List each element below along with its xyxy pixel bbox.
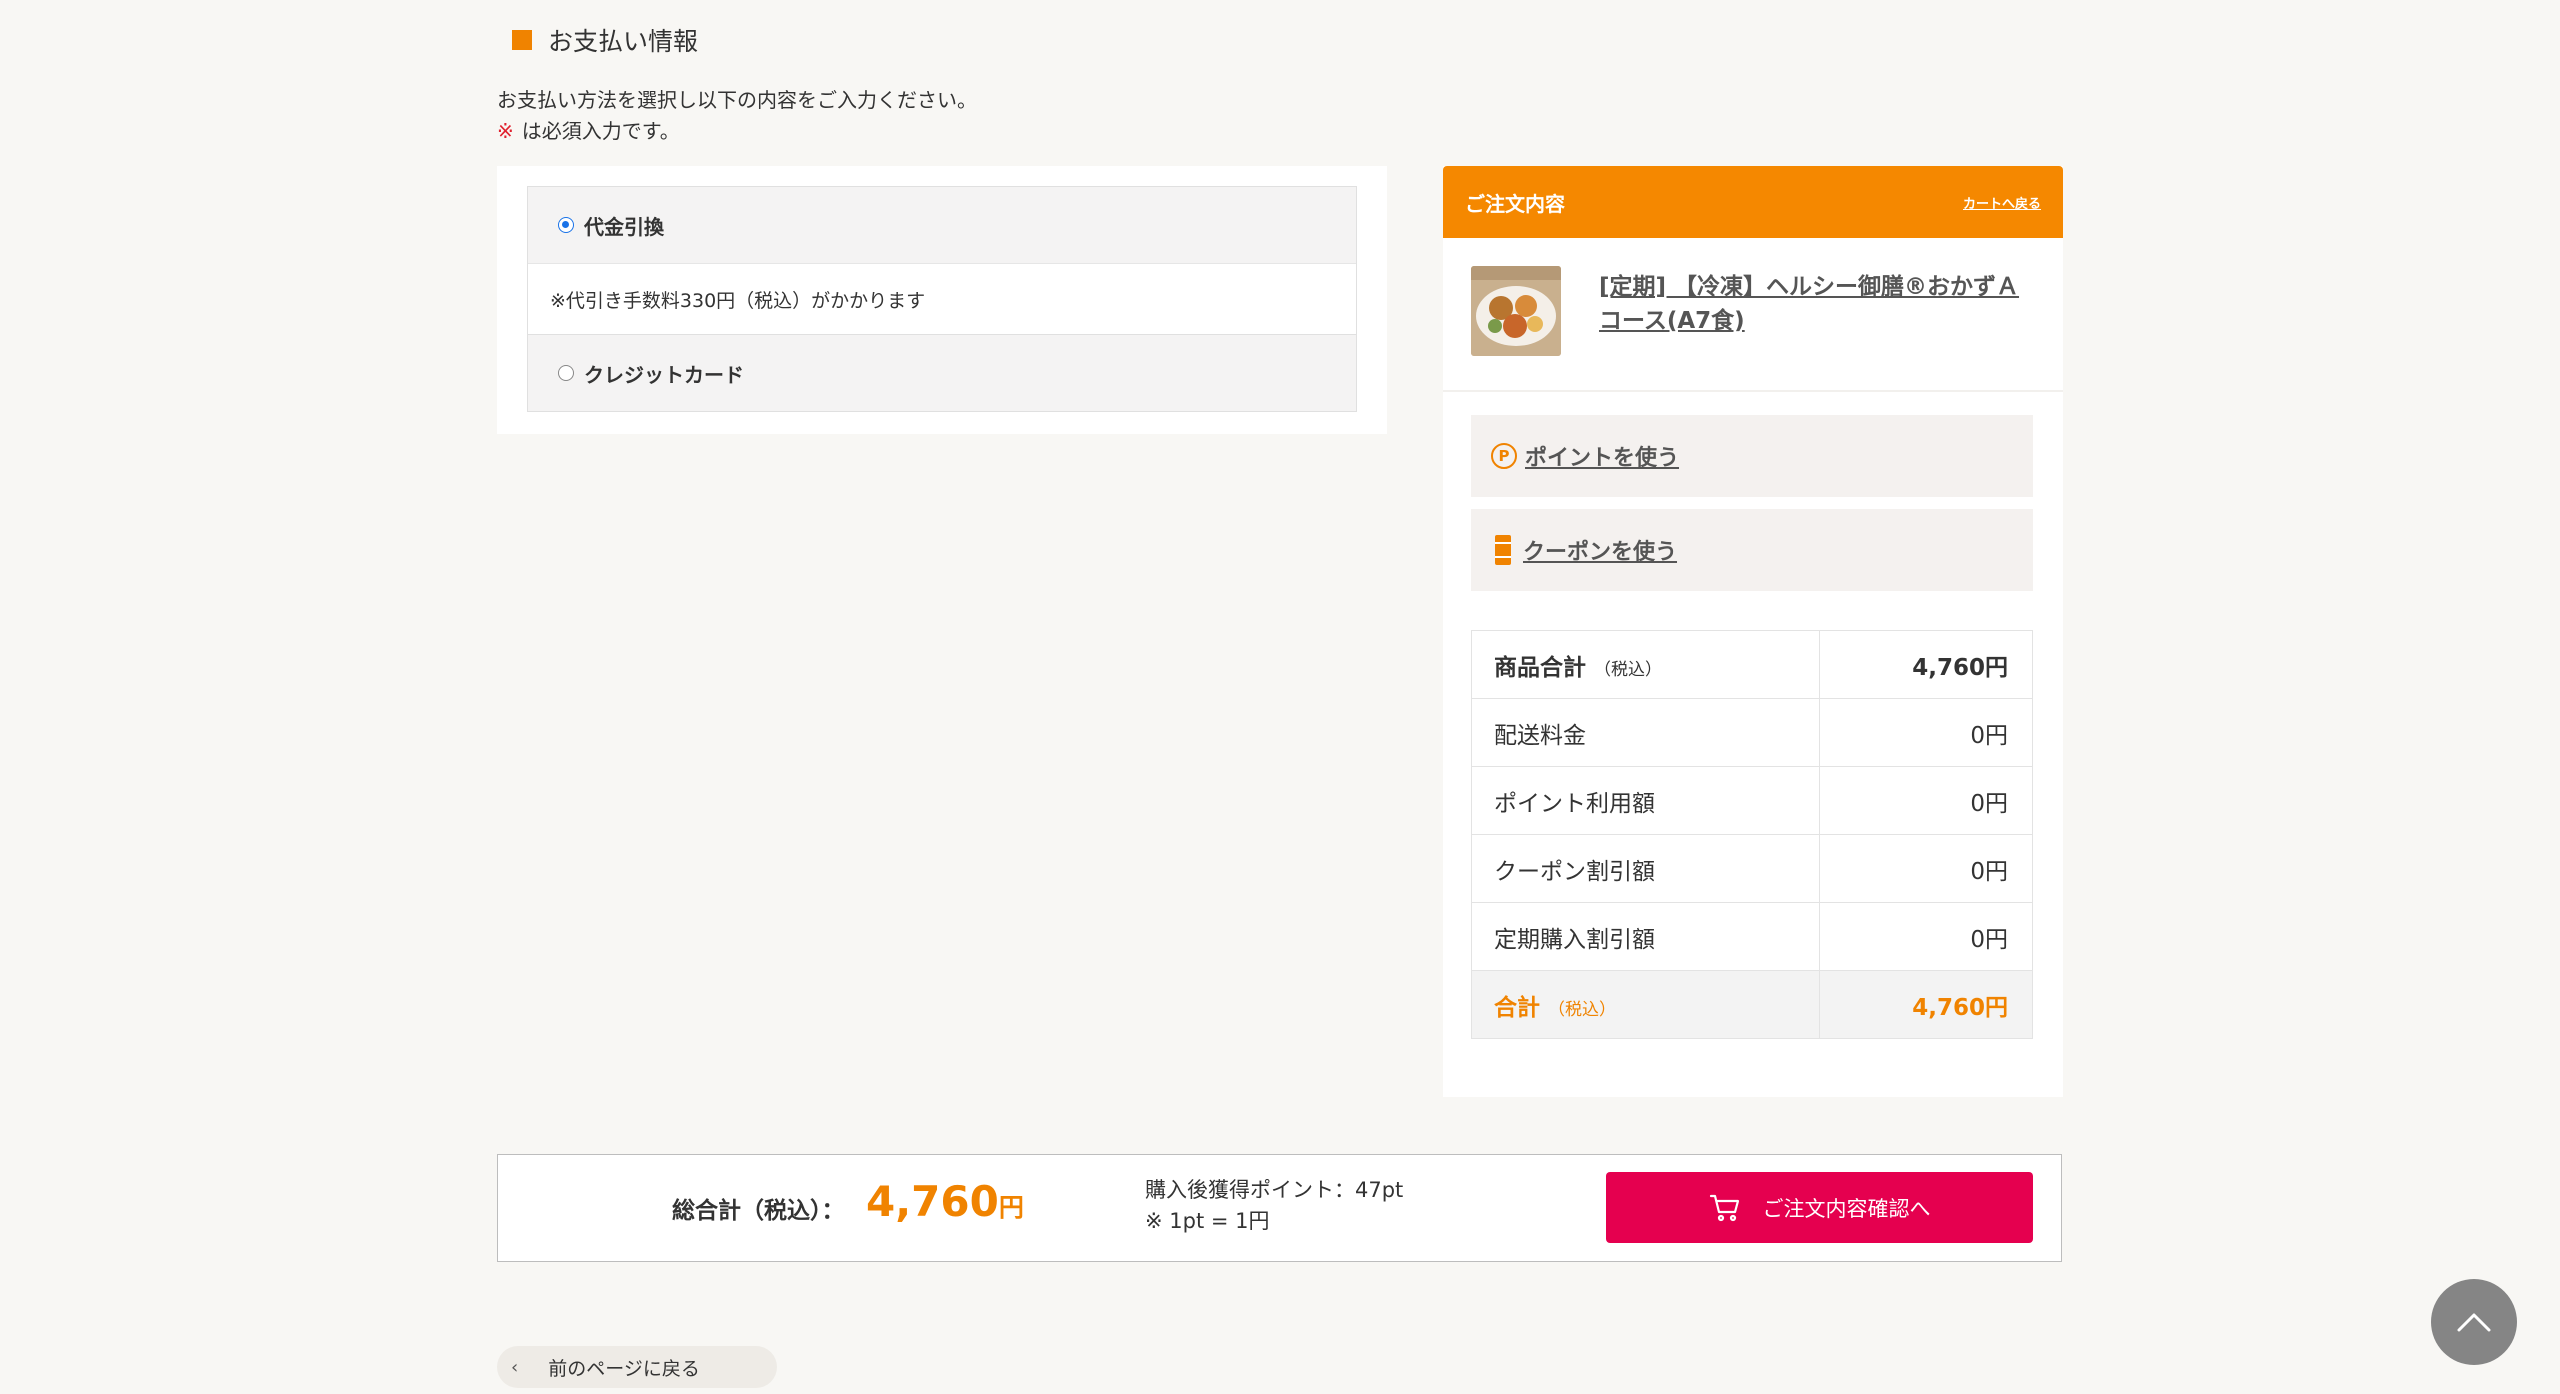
order-summary-panel: ご注文内容 カートへ戻る [定期] 【冷凍】ヘルシー御膳®おかずＡコース(A7食… (1443, 166, 2063, 1097)
product-name-link[interactable]: [定期] 【冷凍】ヘルシー御膳®おかずＡコース(A7食) (1599, 270, 2039, 338)
back-label[interactable]: 前のページに戻る (548, 1354, 700, 1381)
order-total-bar: 総合計（税込）： 4,760円 購入後獲得ポイント：47pt ※ 1pt = 1… (497, 1154, 2062, 1262)
shipping-label: 配送料金 (1471, 698, 1820, 767)
subtotal-value: 4,760円 (1819, 630, 2033, 699)
payment-options: 代金引換 ※代引き手数料330円（税込）がかかります クレジットカード (527, 186, 1357, 412)
table-row: クーポン割引額 0円 (1471, 834, 2033, 903)
table-row: 商品合計 （税込） 4,760円 (1471, 630, 2033, 699)
table-row: 合計 （税込） 4,760円 (1471, 970, 2033, 1039)
grand-total-label: 総合計（税込）： (672, 1198, 845, 1224)
order-header: ご注文内容 カートへ戻る (1443, 166, 2063, 238)
coupon-discount-value: 0円 (1819, 834, 2033, 903)
intro-text: お支払い方法を選択し以下の内容をご入力ください。 ※ は必須入力です。 (497, 85, 977, 147)
table-row: 配送料金 0円 (1471, 698, 2033, 767)
coupon-icon (1495, 535, 1511, 565)
earned-points-info: 購入後獲得ポイント：47pt ※ 1pt = 1円 (1145, 1175, 1403, 1237)
shipping-value: 0円 (1819, 698, 2033, 767)
table-row: ポイント利用額 0円 (1471, 766, 2033, 835)
use-points-button[interactable]: P ポイントを使う (1471, 415, 2033, 497)
confirm-order-button[interactable]: ご注文内容確認へ (1606, 1172, 2033, 1243)
order-header-title: ご注文内容 (1465, 191, 1565, 216)
total-value: 4,760円 (1819, 970, 2033, 1039)
payment-option-credit-card[interactable]: クレジットカード (528, 335, 1356, 411)
subtotal-label: 商品合計 (1494, 654, 1586, 681)
payment-option-cod[interactable]: 代金引換 (528, 187, 1356, 263)
credit-card-label[interactable]: クレジットカード (584, 359, 744, 388)
required-mark: ※ (497, 119, 514, 143)
use-points-label[interactable]: ポイントを使う (1525, 440, 1679, 472)
price-summary-table: 商品合計 （税込） 4,760円 配送料金 0円 ポイント利用額 0円 クーポン割… (1471, 630, 2033, 1039)
product-thumbnail[interactable] (1471, 266, 1561, 356)
cod-radio[interactable] (558, 217, 574, 233)
credit-card-radio[interactable] (558, 365, 574, 381)
section-title: お支払い情報 (548, 27, 699, 56)
points-used-label: ポイント利用額 (1471, 766, 1820, 835)
coupon-discount-label: クーポン割引額 (1471, 834, 1820, 903)
intro-line-2: ※ は必須入力です。 (497, 119, 680, 143)
divider (1443, 390, 2063, 392)
use-coupon-label[interactable]: クーポンを使う (1523, 534, 1677, 566)
table-row: 定期購入割引額 0円 (1471, 902, 2033, 971)
use-coupon-button[interactable]: クーポンを使う (1471, 509, 2033, 591)
back-to-previous-page-button[interactable]: ‹ 前のページに戻る (497, 1346, 777, 1388)
tax-note: （税込） (1594, 659, 1662, 680)
cart-icon (1709, 1193, 1741, 1223)
intro-line-1: お支払い方法を選択し以下の内容をご入力ください。 (497, 88, 977, 112)
chevron-left-icon: ‹ (511, 1356, 519, 1378)
heading-square-icon (512, 30, 532, 50)
subscription-discount-value: 0円 (1819, 902, 2033, 971)
points-used-value: 0円 (1819, 766, 2033, 835)
total-label: 合計 (1494, 994, 1540, 1021)
grand-total-value: 4,760円 (866, 1177, 1024, 1226)
cod-label[interactable]: 代金引換 (584, 211, 664, 240)
tax-note: （税込） (1548, 999, 1616, 1020)
scroll-to-top-button[interactable] (2431, 1279, 2517, 1365)
section-heading: お支払い情報 (512, 22, 698, 58)
payment-method-panel: 代金引換 ※代引き手数料330円（税込）がかかります クレジットカード (497, 166, 1387, 434)
point-icon: P (1491, 443, 1517, 469)
point-rate-line: ※ 1pt = 1円 (1145, 1209, 1270, 1233)
cod-fee-note: ※代引き手数料330円（税込）がかかります (528, 263, 1356, 335)
chevron-up-icon (2457, 1313, 2491, 1332)
earned-points-line: 購入後獲得ポイント：47pt (1145, 1178, 1404, 1202)
back-to-cart-link[interactable]: カートへ戻る (1963, 193, 2041, 212)
product-item: [定期] 【冷凍】ヘルシー御膳®おかずＡコース(A7食) (1471, 266, 2051, 366)
confirm-order-label[interactable]: ご注文内容確認へ (1763, 1193, 1931, 1223)
subscription-discount-label: 定期購入割引額 (1471, 902, 1820, 971)
